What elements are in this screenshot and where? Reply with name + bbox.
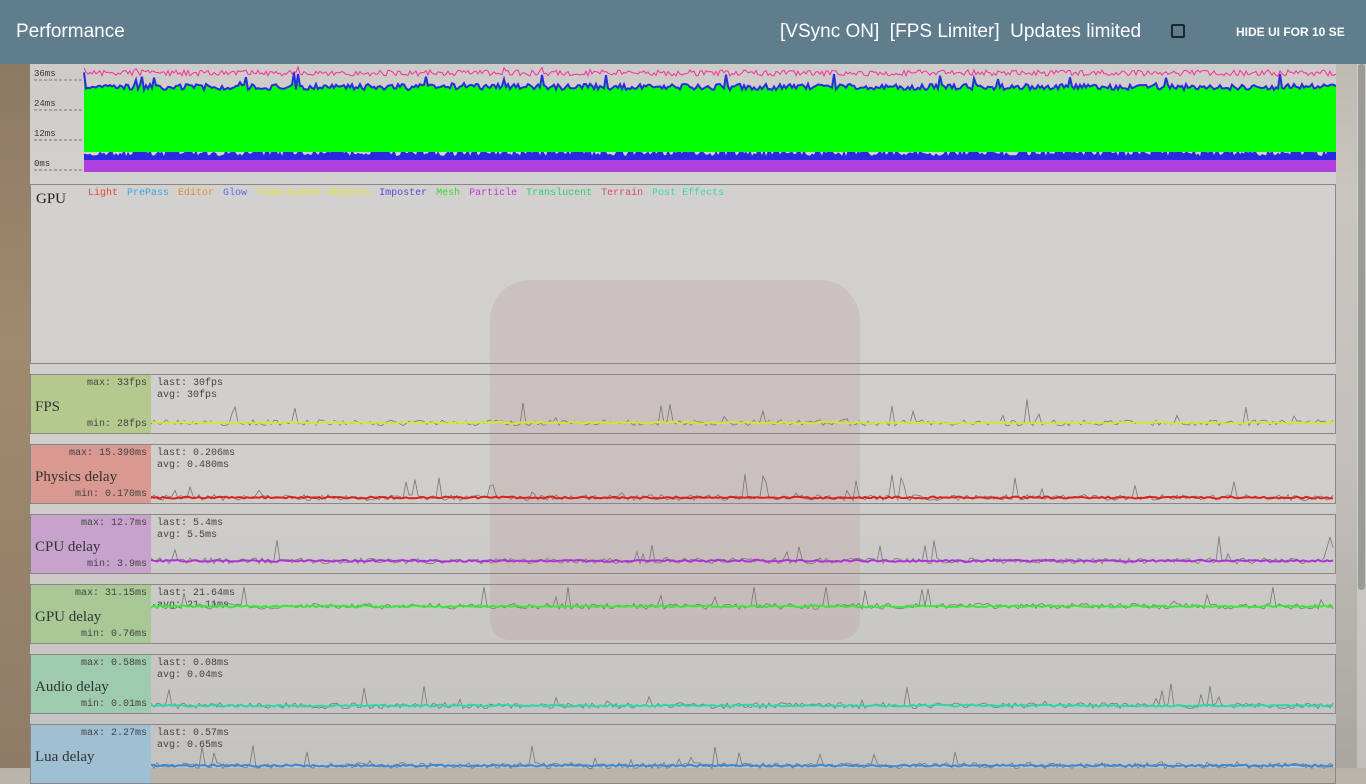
metric-graph [151, 683, 1334, 710]
metric-label-box: max: 12.7ms CPU delay min: 3.9ms [31, 515, 151, 573]
metric-graph [151, 399, 1334, 427]
metric-row: max: 2.27ms Lua delay last: 0.57ms avg: 0.6… [30, 724, 1336, 784]
metric-avg-line [151, 703, 1334, 708]
gpu-legend-item: PrePass [127, 188, 170, 199]
metric-row: max: 0.58ms Audio delay min: 0.01ms last: 0… [30, 654, 1336, 714]
scene-background [0, 64, 30, 768]
gpu-legend: Light PrePass Editor Glow Translucent Object… [88, 188, 724, 199]
gpu-legend-item: Editor [178, 188, 215, 199]
metric-max: max: 12.7ms [80, 518, 147, 529]
metric-label-box: max: 33fps FPS min: 28fps [31, 375, 151, 433]
metric-label-box: max: 31.15ms GPU delay min: 0.76ms [31, 585, 151, 643]
gpu-legend-item: Glow [223, 188, 248, 199]
updates-limited-checkbox[interactable] [1171, 24, 1185, 38]
gpu-title: GPU [36, 191, 67, 207]
metric-max: max: 0.58ms [80, 658, 147, 669]
gpu-legend-item: Particle [469, 188, 518, 199]
particle-band [84, 158, 1336, 172]
metric-avg-line [151, 558, 1334, 563]
metric-min: min: 3.9ms [86, 559, 147, 570]
metric-row: max: 15.390ms Physics delay min: 0.170ms la… [30, 444, 1336, 504]
metric-row: max: 33fps FPS min: 28fps last: 30fps avg: 3… [30, 374, 1336, 434]
gpu-legend-item: Translucent Objects [256, 188, 371, 199]
frame-time-graph: 36ms 24ms 12ms 0ms [30, 64, 1337, 174]
metric-graph [151, 586, 1334, 611]
metric-avg-line [151, 420, 1334, 425]
y-tick-label: 24ms [34, 99, 56, 109]
y-tick-label: 0ms [34, 159, 50, 169]
metric-graph [151, 745, 1334, 770]
metric-graph [151, 474, 1334, 502]
light-line [83, 65, 1337, 78]
metric-graph [151, 535, 1334, 566]
gpu-legend-item: Imposter [379, 188, 428, 199]
page-title: Performance [16, 21, 125, 42]
metric-name: GPU delay [35, 609, 102, 625]
frame-time-chart: 36ms 24ms 12ms 0ms [34, 65, 1337, 172]
metric-label-box: max: 0.58ms Audio delay min: 0.01ms [31, 655, 151, 713]
metric-name: FPS [35, 399, 61, 415]
metric-label-box: max: 2.27ms Lua delay [31, 725, 151, 783]
gpu-legend-item: Terrain [601, 188, 644, 199]
top-bar: Performance [VSync ON] [FPS Limiter] Upd… [0, 0, 1366, 64]
metric-row: max: 31.15ms GPU delay min: 0.76ms last: 21… [30, 584, 1336, 644]
metric-max: max: 31.15ms [74, 588, 147, 599]
y-tick-label: 36ms [34, 69, 56, 79]
metric-name: Physics delay [35, 469, 118, 485]
gpu-legend-item: Light [88, 188, 119, 199]
hide-ui-button[interactable]: HIDE UI FOR 10 SE [1236, 25, 1362, 39]
metric-row: max: 12.7ms CPU delay min: 3.9ms last: 5.4m… [30, 514, 1336, 574]
metric-name: Lua delay [35, 749, 95, 765]
glow-line [83, 72, 1337, 94]
metric-max: max: 2.27ms [80, 728, 147, 739]
gpu-legend-item: Post Effects [652, 188, 725, 199]
metric-min: min: 0.170ms [74, 489, 147, 500]
metric-max: max: 33fps [86, 378, 147, 389]
y-tick-label: 12ms [34, 129, 56, 139]
metric-label-box: max: 15.390ms Physics delay min: 0.170ms [31, 445, 151, 503]
metric-name: Audio delay [35, 679, 109, 695]
metric-avg-line [151, 495, 1334, 500]
gpu-legend-item: Translucent [526, 188, 593, 199]
gpu-legend-item: Mesh [436, 188, 461, 199]
metric-min: min: 0.01ms [80, 699, 147, 710]
metric-name: CPU delay [35, 539, 101, 555]
scrollbar-thumb[interactable] [1358, 64, 1365, 590]
status-text: [VSync ON] [FPS Limiter] Updates limited [780, 21, 1142, 42]
gpu-panel: GPU Light PrePass Editor Glow Translucent Ob… [30, 184, 1336, 364]
metric-min: min: 28fps [86, 419, 147, 430]
metric-min: min: 0.76ms [80, 629, 147, 640]
metric-max: max: 15.390ms [68, 448, 147, 459]
